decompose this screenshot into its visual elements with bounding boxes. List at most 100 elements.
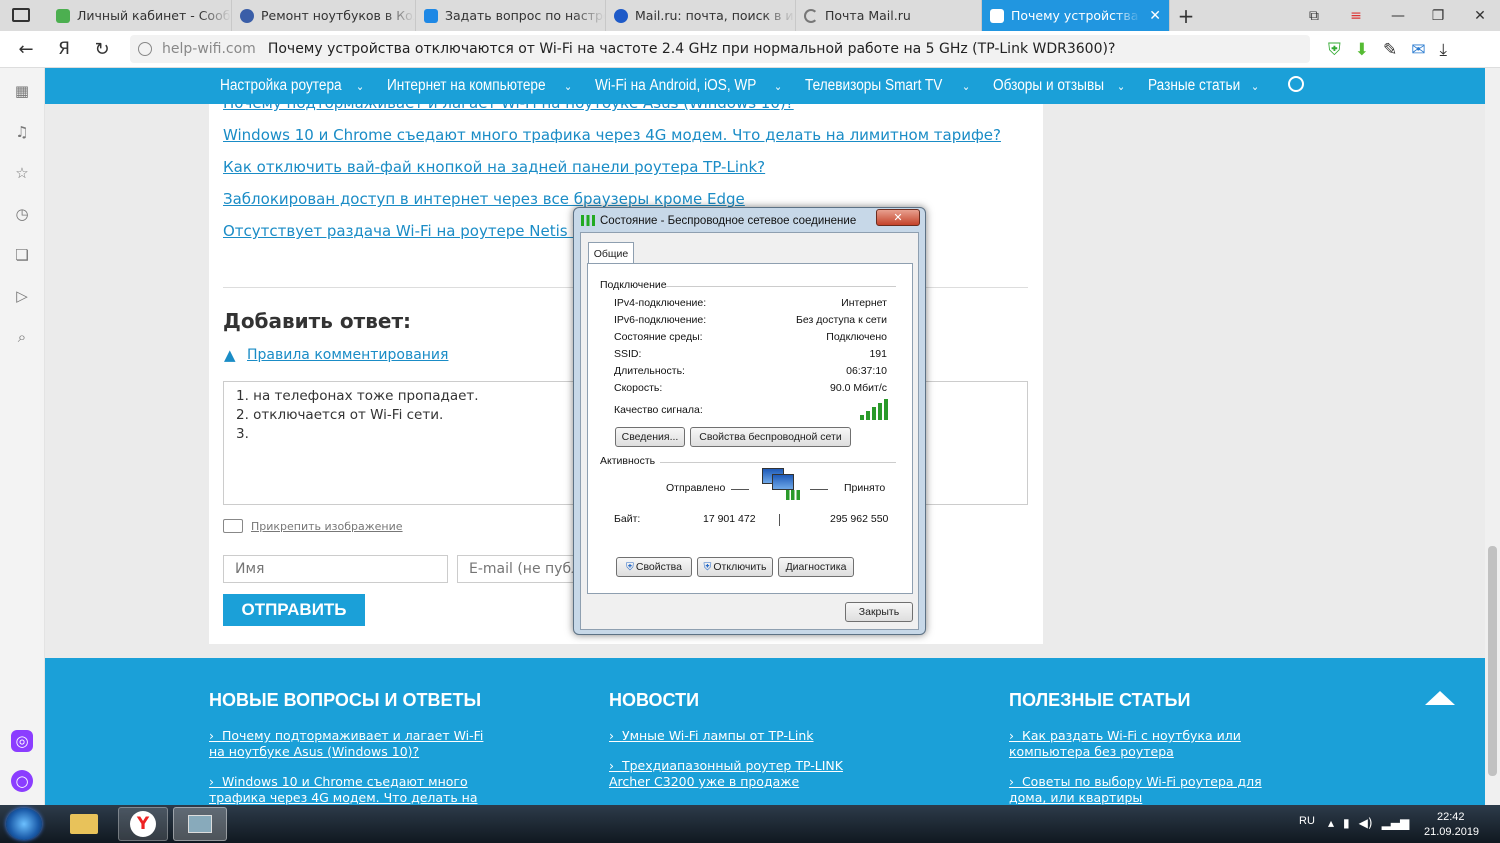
section-divider [666,286,896,287]
site-navigation: Настройка роутера ⌄ Интернет на компьюте… [45,68,1485,104]
tab-close-icon[interactable]: ✕ [1149,8,1161,24]
reload-button[interactable]: ↻ [88,37,116,61]
footer-articles-link[interactable]: › Советы по выбору Wi-Fi роутера для дом… [1009,774,1299,806]
collections-icon[interactable]: ❏ [11,244,33,266]
tab-label: Личный кабинет - Сообщ [77,8,231,23]
footer-link-text: Умные Wi-Fi лампы от TP-Link [621,728,814,743]
sent-label: Отправлено [666,482,726,494]
downloads-icon[interactable]: ⤓ [1440,40,1448,60]
battery-icon[interactable]: ▮ [1343,816,1350,830]
footer-news-link[interactable]: › Умные Wi-Fi лампы от TP-Link [609,728,889,744]
diagnose-button[interactable]: Диагностика [778,557,854,577]
tab-label: Общие [593,247,629,260]
tabs-menu-icon[interactable] [12,8,30,22]
tab-4[interactable]: Mail.ru: почта, поиск в инт [606,0,796,31]
download-arrow-icon[interactable]: ⬇ [1355,40,1369,60]
network-window-taskbar-icon[interactable] [173,807,227,841]
clock-time[interactable]: 22:42 [1437,811,1465,823]
nav-chevron-down-icon: ⌄ [1116,80,1126,93]
footer-articles-link[interactable]: › Как раздать Wi-Fi с ноутбука или компь… [1009,728,1299,760]
yandex-browser-taskbar-icon[interactable]: Y [118,807,168,841]
scrollbar-thumb[interactable] [1488,546,1497,776]
footer-link-text: Почему подтормаживает и лагает Wi-Fi на … [209,728,484,759]
name-input[interactable] [223,555,448,583]
yandex-logo-icon[interactable]: Я [50,37,78,61]
dialog-title: Состояние - Беспроводное сетевое соедине… [600,215,857,227]
mini-signal-icon [786,490,800,500]
related-link[interactable]: Windows 10 и Chrome съедают много трафик… [223,126,1001,144]
wireless-properties-button[interactable]: Свойства беспроводной сети [690,427,851,447]
network-status-dialog: Состояние - Беспроводное сетевое соедине… [573,207,926,635]
tab-label: Ремонт ноутбуков в Коло [261,8,415,23]
star-icon[interactable]: ☆ [11,162,33,184]
nav-reviews[interactable]: Обзоры и отзывы [993,77,1104,95]
duration-label: Длительность: [614,365,685,377]
comment-rules-link[interactable]: Правила комментирования [247,347,448,363]
close-window-button[interactable]: ✕ [1460,0,1500,31]
tray-expand-icon[interactable]: ▴ [1328,816,1334,830]
new-tab-button[interactable]: + [1166,0,1206,31]
nav-router-setup[interactable]: Настройка роутера [220,77,342,95]
footer-qa-link[interactable]: › Почему подтормаживает и лагает Wi-Fi н… [209,728,489,760]
tab-label: Почему устройства отк [1011,8,1141,23]
scroll-top-icon[interactable] [1425,691,1455,705]
start-button[interactable] [6,808,42,840]
site-info-icon[interactable] [138,42,152,56]
page-scrollbar[interactable] [1485,68,1500,805]
tab-3[interactable]: Задать вопрос по настрой [416,0,606,31]
url-field[interactable]: help-wifi.com Почему устройства отключаю… [130,35,1310,63]
maximize-button[interactable]: ❐ [1418,0,1458,31]
signal-quality-label: Качество сигнала: [614,404,703,416]
dialog-close-button[interactable]: ✕ [876,209,920,226]
footer-news-link[interactable]: › Трехдиапазонный роутер TP-LINK Archer … [609,758,879,790]
tab-label: Mail.ru: почта, поиск в инт [635,8,795,23]
media-state-value: Подключено [826,331,887,343]
nav-internet[interactable]: Интернет на компьютере [387,77,546,95]
bell-icon[interactable]: ♫ [11,121,33,143]
ssid-value: 191 [869,348,887,360]
nav-various[interactable]: Разные статьи [1148,77,1240,95]
bookmarks-icon[interactable]: ⧉ [1294,0,1334,31]
close-button[interactable]: Закрыть [845,602,913,622]
tab-label: Почта Mail.ru [825,8,911,23]
properties-button[interactable]: ⛨ Свойства [616,557,692,577]
search-icon[interactable] [1288,76,1304,92]
language-indicator[interactable]: RU [1299,815,1315,827]
disable-button[interactable]: ⛨ Отключить [697,557,773,577]
footer-qa-title: НОВЫЕ ВОПРОСЫ И ОТВЕТЫ [209,690,482,710]
history-icon[interactable]: ◷ [11,203,33,225]
alice-icon[interactable]: ◎ [11,730,33,752]
nav-wifi-mobile[interactable]: Wi-Fi на Android, iOS, WP [595,77,756,95]
tab-1[interactable]: Личный кабинет - Сообщ [48,0,232,31]
attach-image-link[interactable]: Прикрепить изображение [251,520,403,533]
reply-heading: Добавить ответ: [223,309,412,333]
notifications-icon[interactable]: ≡ [1336,0,1376,31]
related-link[interactable]: Заблокирован доступ в интернет через все… [223,190,745,208]
related-link[interactable]: Как отключить вай-фай кнопкой на задней … [223,158,765,176]
volume-icon[interactable]: ◀) [1359,816,1373,830]
submit-button[interactable]: ОТПРАВИТЬ [223,594,365,626]
nav-smart-tv[interactable]: Телевизоры Smart TV [805,77,942,95]
tab-2[interactable]: Ремонт ноутбуков в Коло [232,0,416,31]
received-line [810,489,828,490]
clock-date[interactable]: 21.09.2019 [1424,826,1479,838]
shield-icon[interactable]: ⛨ [1328,40,1341,60]
assistant-icon[interactable]: ○ [11,770,33,792]
explorer-taskbar-icon[interactable] [62,807,106,841]
related-link[interactable]: Отсутствует раздача Wi-Fi на роутере Net… [223,222,624,240]
dialog-body: Общие Подключение IPv4-подключение: Инте… [580,232,919,630]
tab-general[interactable]: Общие [588,242,634,264]
tab-5[interactable]: Почта Mail.ru [796,0,982,31]
video-icon[interactable]: ▷ [11,285,33,307]
chat-icon[interactable]: ✎ [1383,40,1397,60]
back-button[interactable]: ← [12,37,40,61]
tab-active[interactable]: Почему устройства отк ✕ [982,0,1170,31]
mail-icon[interactable]: ✉ [1411,40,1425,60]
details-button[interactable]: Сведения... [615,427,685,447]
footer-chevron-icon: › [609,758,622,773]
received-label: Принято [844,482,886,494]
network-tray-icon[interactable]: ▂▄▆ [1382,816,1410,830]
minimize-button[interactable]: — [1378,0,1418,31]
search-page-icon[interactable]: ⌕ [11,326,33,348]
apps-icon[interactable]: ▦ [11,80,33,102]
